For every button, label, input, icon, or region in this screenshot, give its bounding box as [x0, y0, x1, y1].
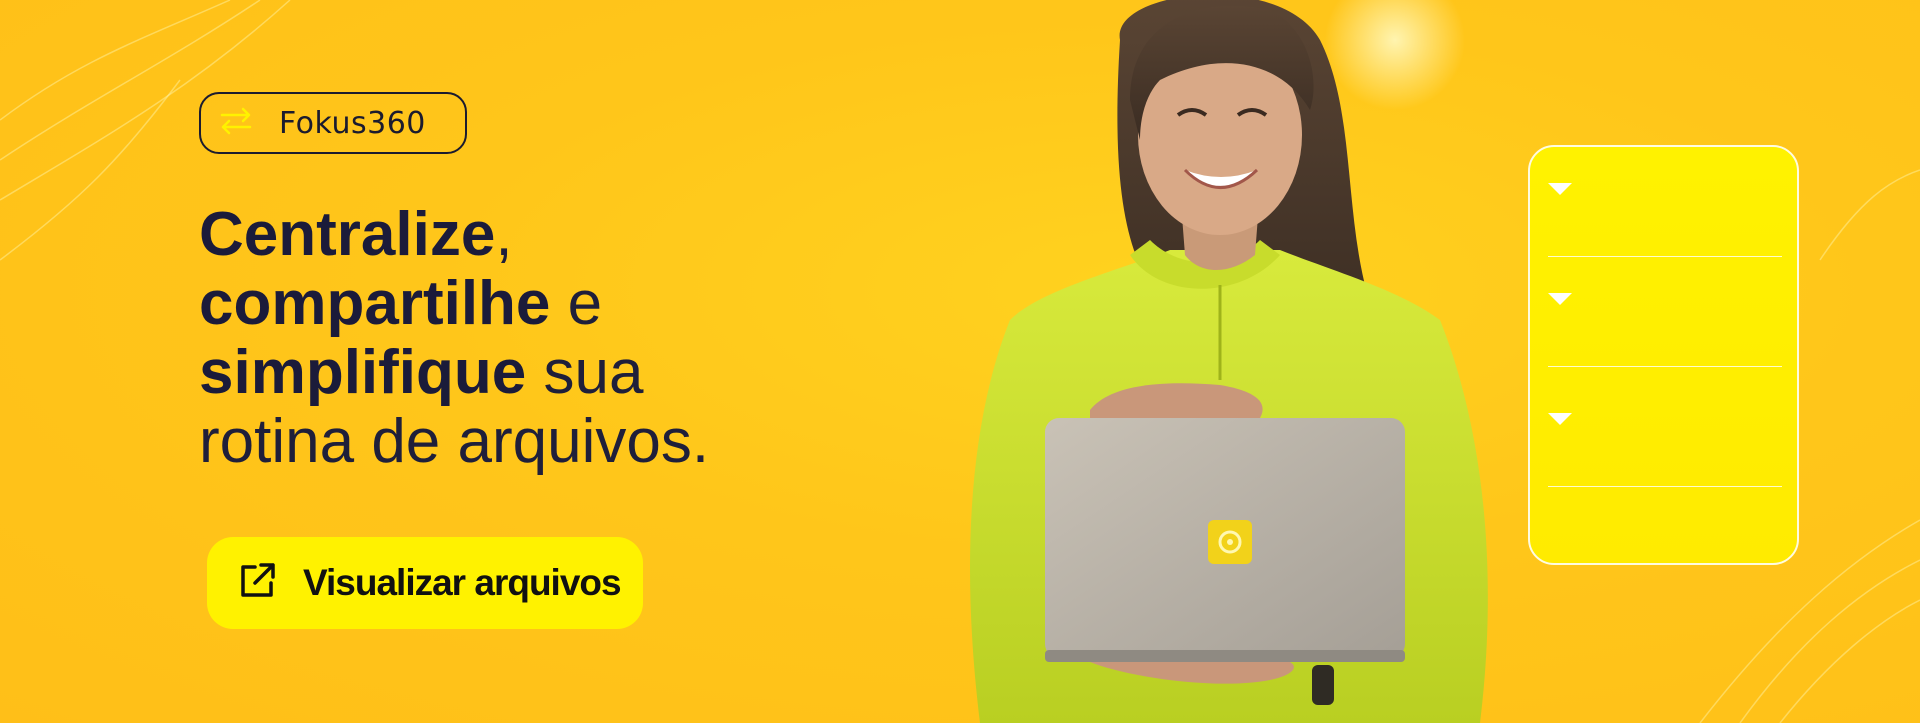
woman-with-laptop-image [970, 0, 1488, 723]
caret-down-icon [1548, 413, 1572, 425]
caret-down-icon [1548, 293, 1572, 305]
headline-word-2: compartilhe [199, 269, 551, 338]
headline-rest-2: e [550, 269, 603, 338]
brand-name: Fokus360 [279, 105, 426, 141]
panel-row-2[interactable] [1548, 257, 1782, 367]
options-panel [1528, 145, 1799, 565]
headline-line-4: rotina de arquivos. [199, 407, 710, 476]
headline-word-3: simplifique [199, 338, 527, 407]
view-files-button[interactable]: Visualizar arquivos [207, 537, 643, 629]
headline-rest-1: , [495, 200, 513, 269]
caret-down-icon [1548, 183, 1572, 195]
brand-badge: Fokus360 [199, 92, 467, 154]
headline-word-1: Centralize [199, 200, 496, 269]
panel-row-3[interactable] [1548, 377, 1782, 487]
view-files-label: Visualizar arquivos [303, 562, 622, 603]
panel-divider [1548, 366, 1782, 367]
external-link-icon [235, 559, 279, 607]
swap-arrows-icon [219, 106, 253, 140]
panel-divider [1548, 486, 1782, 487]
hero-headline: Centralize, compartilhe e simplifique su… [199, 200, 839, 476]
panel-row-1[interactable] [1548, 147, 1782, 257]
headline-rest-3: sua [526, 338, 644, 407]
